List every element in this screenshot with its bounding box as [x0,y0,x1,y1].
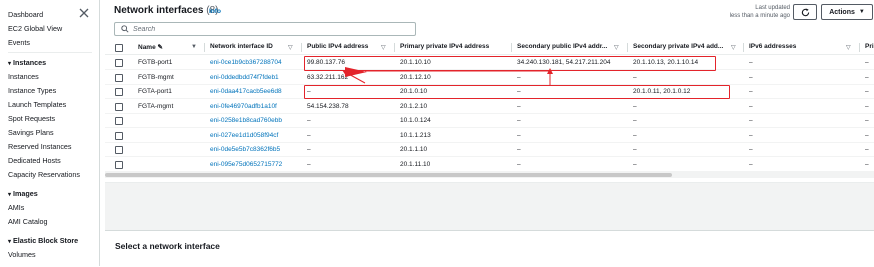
detail-title: Select a network interface [115,241,220,251]
sidebar-item-volumes[interactable]: Volumes [8,250,36,259]
sidebar-item-amis[interactable]: AMIs [8,203,24,212]
sidebar-item-instances[interactable]: Instances [8,72,39,81]
section-heading: Images [13,189,38,198]
divider [8,52,92,53]
close-icon[interactable] [79,8,89,18]
sidebar-section-instances[interactable]: ▾ Instances [8,58,46,67]
sidebar: Dashboard EC2 Global View Events ▾ Instan… [0,0,100,266]
section-heading: Instances [13,58,47,67]
sidebar-item-savings-plans[interactable]: Savings Plans [8,128,54,137]
network-interfaces-panel: Network interfaces (8) Info Last updated… [105,0,874,182]
caret-down-icon: ▾ [8,61,12,67]
main-content: Network interfaces (8) Info Last updated… [105,0,874,267]
section-heading: Elastic Block Store [13,236,79,245]
sidebar-item-events[interactable]: Events [8,38,30,47]
sidebar-section-images[interactable]: ▾ Images [8,189,38,198]
caret-down-icon: ▾ [8,192,12,198]
sidebar-item-ec2-global-view[interactable]: EC2 Global View [8,24,62,33]
sidebar-section-elastic-block-store[interactable]: ▾ Elastic Block Store [8,236,78,245]
sidebar-item-capacity-reservations[interactable]: Capacity Reservations [8,170,80,179]
sidebar-item-dashboard[interactable]: Dashboard [8,10,43,19]
sidebar-item-spot-requests[interactable]: Spot Requests [8,114,55,123]
detail-panel: Select a network interface [105,230,874,267]
caret-down-icon: ▾ [8,239,12,245]
sidebar-item-ami-catalog[interactable]: AMI Catalog [8,217,48,226]
sidebar-item-launch-templates[interactable]: Launch Templates [8,100,66,109]
arrow-to-public-ip-head [345,67,367,77]
annotation-arrows [342,67,553,85]
sidebar-item-dedicated-hosts[interactable]: Dedicated Hosts [8,156,61,165]
sidebar-item-reserved-instances[interactable]: Reserved Instances [8,142,72,151]
sidebar-item-instance-types[interactable]: Instance Types [8,86,56,95]
split-pane-area [105,182,874,231]
